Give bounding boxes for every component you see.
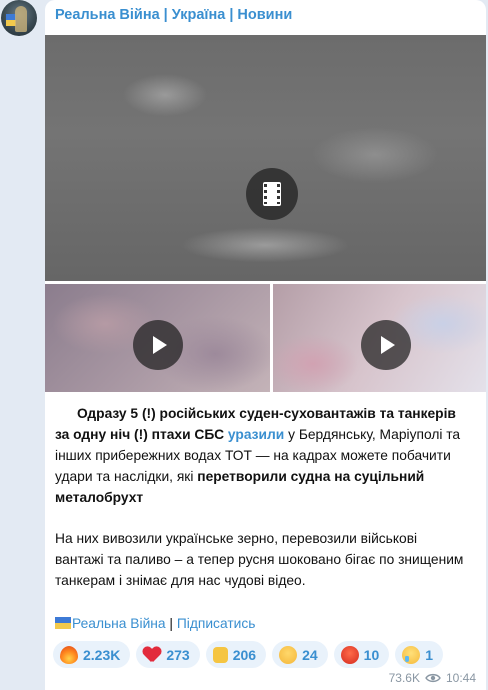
post-paragraph-2: На них вивозили українське зерно, перево…	[55, 531, 464, 588]
reaction-thumbs-up[interactable]: 206	[205, 641, 267, 668]
subscribe-link[interactable]: Підписатись	[177, 616, 256, 631]
reaction-count: 10	[363, 646, 380, 663]
heart-icon	[143, 646, 161, 664]
message-meta: 73.6K 10:44	[389, 671, 476, 685]
ukraine-flag-icon	[55, 617, 71, 629]
fire-icon	[60, 645, 78, 664]
reaction-cry[interactable]: 1	[395, 641, 444, 668]
signature-separator: |	[165, 616, 177, 631]
message-time: 10:44	[445, 671, 476, 685]
play-button-left[interactable]	[133, 320, 183, 370]
channel-title[interactable]: Реальна Війна | Україна | Новини	[55, 7, 292, 23]
message-bubble: Реальна Війна | Україна | Новини Одразу …	[45, 0, 486, 690]
avatar-figure	[15, 6, 27, 32]
reaction-heart[interactable]: 273	[136, 641, 200, 668]
reaction-count: 1	[425, 646, 434, 663]
reaction-angry[interactable]: 10	[333, 641, 390, 668]
reaction-grin[interactable]: 24	[272, 641, 328, 668]
reaction-fire[interactable]: 2.23K	[53, 641, 131, 668]
post-link-struck[interactable]: уразили	[228, 427, 284, 442]
reactions-bar: 2.23K 273 206 24 10 1	[53, 641, 444, 668]
view-count: 73.6K	[388, 671, 420, 685]
video-film-button[interactable]	[246, 168, 298, 220]
thumbs-up-icon	[212, 646, 228, 663]
play-button-right[interactable]	[361, 320, 411, 370]
post-signature: Реальна Війна | Підписатись	[55, 613, 467, 634]
crying-face-icon	[402, 645, 421, 664]
grinning-face-icon	[279, 645, 298, 664]
play-icon	[381, 336, 395, 354]
reaction-count: 2.23K	[83, 646, 121, 663]
reaction-count: 206	[232, 646, 257, 663]
channel-avatar[interactable]	[1, 0, 37, 36]
reaction-count: 273	[166, 646, 190, 663]
reaction-count: 24	[302, 646, 318, 663]
play-icon	[153, 336, 167, 354]
post-paragraph-1: Одразу 5 (!) російських суден-суховантаж…	[55, 403, 467, 508]
film-icon	[263, 182, 281, 206]
channel-link[interactable]: Реальна Війна	[72, 616, 166, 631]
angry-face-icon	[340, 645, 359, 664]
media-video-main[interactable]	[45, 35, 486, 281]
eye-icon	[425, 673, 441, 683]
